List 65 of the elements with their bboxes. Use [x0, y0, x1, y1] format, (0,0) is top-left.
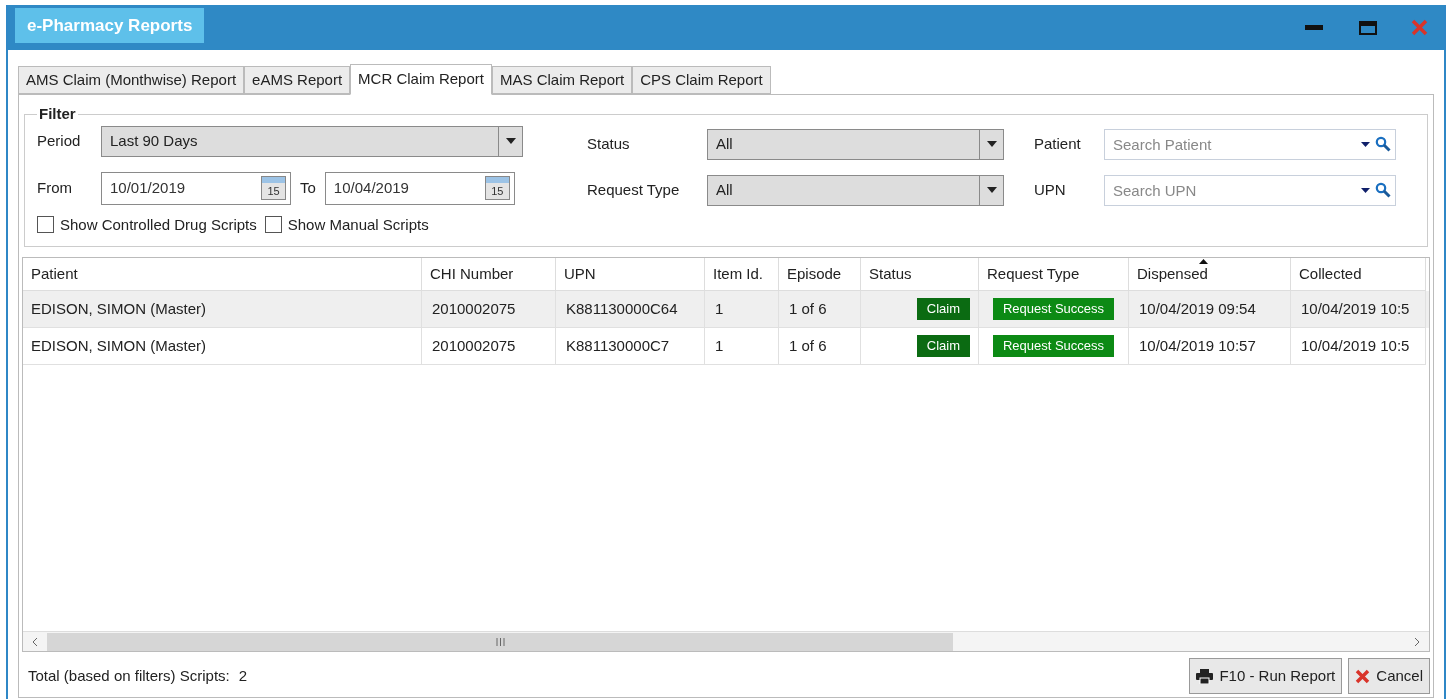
dropdown[interactable]: All: [707, 128, 1004, 160]
field-label: Period: [37, 130, 82, 151]
dropdown[interactable]: Last 90 Days: [101, 125, 523, 157]
table-cell-text: 1: [715, 298, 724, 319]
table-cell-text: 1 of 6: [789, 335, 827, 356]
dropdown-arrow-icon: [505, 138, 516, 144]
maximize-icon[interactable]: [1359, 20, 1377, 35]
tab[interactable]: MAS Claim Report: [491, 66, 633, 94]
run-report-button[interactable]: F10 - Run Report: [1189, 658, 1343, 694]
field-label: Patient: [1034, 133, 1082, 154]
search-field[interactable]: Search UPN: [1104, 174, 1396, 206]
checkbox[interactable]: [264, 216, 282, 234]
dropdown[interactable]: All: [707, 174, 1004, 206]
table-cell-text: 1 of 6: [789, 298, 827, 319]
checkbox-label: Show Manual Scripts: [287, 214, 429, 235]
checkbox-label: Show Controlled Drug Scripts: [60, 214, 257, 235]
tab[interactable]: CPS Claim Report: [632, 66, 771, 94]
status-badge: Request Success: [992, 335, 1115, 357]
dropdown-arrow-icon[interactable]: [1361, 141, 1370, 147]
window-title: e-Pharmacy Reports: [15, 7, 205, 44]
grip-icon: [495, 637, 505, 646]
total-value: 2: [238, 665, 248, 686]
calendar-icon[interactable]: 15: [484, 176, 510, 200]
field-label: Request Type: [587, 179, 681, 200]
tab[interactable]: MCR Claim Report: [350, 64, 492, 95]
search-icon[interactable]: [1375, 181, 1391, 198]
table-cell-text: EDISON, SIMON (Master): [31, 335, 206, 356]
checkbox[interactable]: [37, 216, 54, 234]
close-icon: [1355, 668, 1371, 684]
tab[interactable]: AMS Claim (Monthwise) Report: [18, 66, 245, 94]
field-label: From: [37, 177, 73, 198]
minimize-icon[interactable]: [1305, 24, 1323, 31]
search-field[interactable]: Search Patient: [1104, 128, 1396, 160]
tab[interactable]: eAMS Report: [244, 66, 351, 94]
field-label: UPN: [1034, 179, 1067, 200]
field-label: Status: [587, 133, 631, 154]
table-cell-text: 10/04/2019 10:5: [1301, 335, 1410, 356]
table-cell-text: 10/04/2019 10:57: [1139, 335, 1256, 356]
table-cell-text: 10/04/2019 09:54: [1139, 298, 1256, 319]
table-cell-text: EDISON, SIMON (Master): [31, 298, 206, 319]
printer-icon: [1196, 668, 1214, 684]
table-cell-text: 2010002075: [432, 335, 516, 356]
scrollbar-thumb[interactable]: [47, 632, 953, 651]
date-field[interactable]: 10/04/2019 15: [324, 171, 515, 205]
search-icon[interactable]: [1375, 135, 1391, 152]
horizontal-scrollbar[interactable]: [23, 631, 1429, 651]
table-cell-text: K881130000C7: [566, 335, 670, 356]
table-row[interactable]: EDISON, SIMON (Master) 2010002075 K881130000C64 1 1 of 6 Claim Request Success 10/04/2019 09:54 10/04/2019 10:5: [23, 291, 1429, 328]
filter-title: Filter: [38, 104, 77, 124]
field-label: To: [300, 177, 316, 198]
dropdown-arrow-icon: [986, 141, 997, 147]
table-cell-text: 10/04/2019 10:5: [1301, 298, 1410, 319]
table-cell-text: 1: [715, 335, 724, 356]
table-row[interactable]: EDISON, SIMON (Master) 2010002075 K881130000C7 1 1 of 6 Claim Request Success 10/04/2019 10:57 10/04/2019 10:5: [23, 328, 1429, 365]
total-label: Total (based on filters) Scripts:: [28, 665, 230, 686]
calendar-icon[interactable]: 15: [261, 176, 286, 200]
cancel-button[interactable]: Cancel: [1348, 658, 1430, 694]
status-badge: Claim: [916, 298, 970, 320]
status-badge: Claim: [916, 335, 970, 357]
dropdown-arrow-icon: [986, 187, 997, 193]
date-field[interactable]: 10/01/2019 15: [101, 171, 291, 205]
table-cell-text: 2010002075: [432, 298, 516, 319]
status-badge: Request Success: [992, 298, 1115, 320]
dropdown-arrow-icon[interactable]: [1361, 187, 1370, 193]
table-cell-text: K881130000C64: [566, 298, 678, 319]
